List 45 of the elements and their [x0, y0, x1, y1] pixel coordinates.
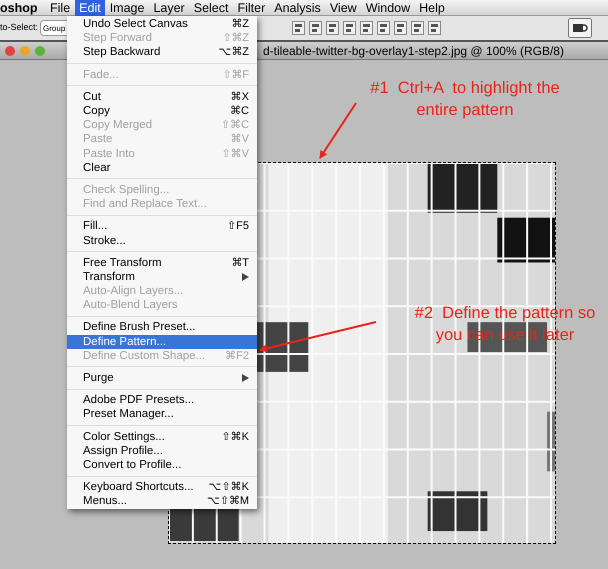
menu-item[interactable]: Define Pattern...	[67, 334, 257, 349]
menu-item[interactable]: Keyboard Shortcuts... ⌥⇧⌘K	[67, 480, 257, 494]
menu-item[interactable]: Free Transform ⌘T	[67, 256, 257, 270]
annotation-text: #1 Ctrl+A to highlight the entire pattern	[369, 78, 561, 121]
align-icon[interactable]	[411, 21, 424, 35]
menu-title[interactable]: File	[46, 0, 75, 16]
menu-item[interactable]: Step Backward ⌥⌘Z	[67, 45, 257, 60]
workspace-icon[interactable]	[568, 18, 592, 38]
menu-item[interactable]: Purge	[67, 370, 257, 386]
menu-item[interactable]: Stroke...	[67, 233, 257, 248]
menu-item[interactable]: Define Brush Preset...	[67, 320, 257, 335]
menu-title[interactable]: Help	[414, 0, 450, 16]
submenu-arrow-icon	[242, 272, 249, 281]
menu-title[interactable]: Filter	[232, 0, 270, 16]
align-icon[interactable]	[292, 21, 306, 35]
app-name[interactable]: oshop	[0, 0, 46, 16]
menu-title[interactable]: Edit	[74, 0, 106, 16]
align-icon[interactable]	[343, 21, 356, 35]
menu-item[interactable]: Transform	[67, 270, 257, 284]
submenu-arrow-icon	[242, 374, 249, 382]
menu-item[interactable]: Preset Manager...	[67, 407, 257, 422]
menu-item[interactable]: Adobe PDF Presets...	[67, 393, 257, 408]
menu-title[interactable]: Select	[189, 0, 233, 16]
menu-title[interactable]: Window	[361, 0, 415, 16]
menu-item[interactable]: Assign Profile...	[67, 444, 257, 458]
menu-item[interactable]: Cut ⌘X	[67, 90, 257, 104]
align-icon[interactable]	[394, 21, 408, 35]
menu-item[interactable]: Color Settings... ⇧⌘K	[67, 430, 257, 444]
menu-item[interactable]: Fill... ⇧F5	[67, 219, 257, 234]
auto-select-label: to-Select:	[0, 21, 38, 34]
menu-title[interactable]: View	[325, 0, 362, 16]
menu-item[interactable]: Convert to Profile...	[67, 458, 257, 472]
menu-title[interactable]: Image	[105, 0, 149, 16]
align-icon[interactable]	[428, 21, 442, 35]
align-icon[interactable]	[360, 21, 374, 35]
menu-item[interactable]: Copy ⌘C	[67, 104, 257, 118]
align-icon[interactable]	[309, 21, 322, 35]
menu-title[interactable]: Layer	[148, 0, 190, 16]
menu-item[interactable]: Menus... ⌥⇧⌘M	[67, 494, 257, 508]
menu-title[interactable]: Analysis	[270, 0, 326, 16]
align-icon[interactable]	[326, 21, 340, 35]
document-title: d-tileable-twitter-bg-overlay1-step2.jpg @ 100% (RGB/8)	[263, 42, 564, 60]
align-icon[interactable]	[377, 21, 390, 35]
annotation-arrow	[319, 102, 357, 159]
menu-item[interactable]: Clear	[67, 160, 257, 175]
